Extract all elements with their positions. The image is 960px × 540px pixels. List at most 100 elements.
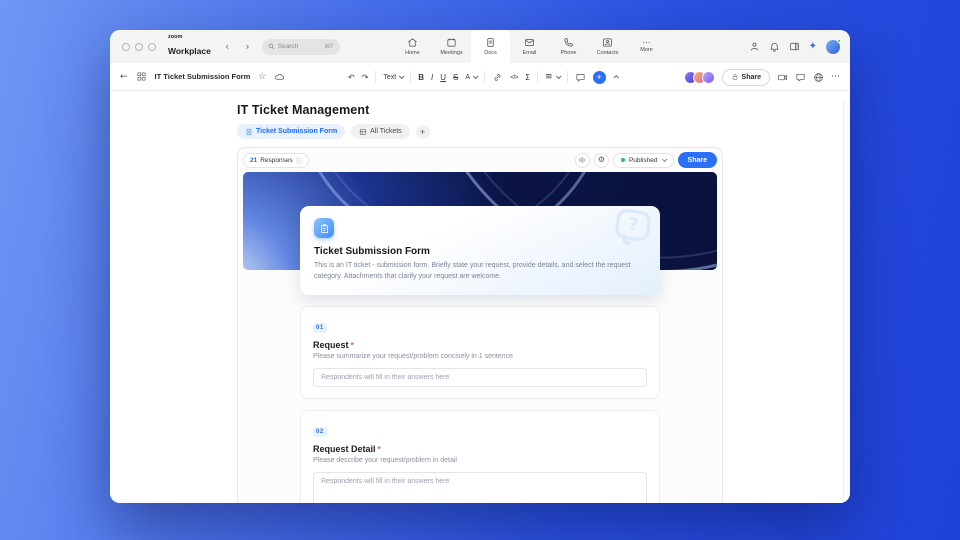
answer-textarea[interactable] <box>313 472 647 503</box>
collaborator-avatar[interactable] <box>702 71 715 84</box>
back-button[interactable]: ← <box>120 72 128 82</box>
window-controls <box>122 43 156 51</box>
text-style-dropdown[interactable]: Text <box>383 74 403 81</box>
titlebar: zoom Workplace ‹ › Search ⌘F Home Meetin… <box>110 30 850 63</box>
nav-item-meetings[interactable]: Meetings <box>432 30 471 63</box>
form-share-button[interactable]: Share <box>678 152 717 168</box>
search-input[interactable]: Search ⌘F <box>262 39 340 55</box>
chevron-down-icon <box>555 73 561 79</box>
bold-button[interactable]: B <box>418 73 424 82</box>
nav-item-email[interactable]: Email <box>510 30 549 63</box>
info-icon: ⓘ <box>296 155 303 165</box>
question-hint: Please summarize your request/problem co… <box>313 353 647 360</box>
globe-icon[interactable] <box>813 72 824 83</box>
add-tab-button[interactable]: + <box>416 125 430 139</box>
tab-all-tickets[interactable]: All Tickets <box>351 124 410 139</box>
apps-grid-icon[interactable] <box>136 71 147 82</box>
form-hero-card: ? Ticket Submission Form This is an IT t… <box>300 206 660 295</box>
scrollbar-track[interactable] <box>843 99 844 503</box>
question-number-badge: 01 <box>313 323 327 333</box>
redo-icon[interactable]: ↷ <box>362 73 369 82</box>
responses-count: 21 <box>250 157 257 164</box>
formula-sigma-icon[interactable]: Σ <box>525 73 530 82</box>
nav-item-docs[interactable]: Docs <box>471 30 510 63</box>
document-title: IT Ticket Submission Form <box>155 72 251 81</box>
text-color-dropdown[interactable]: A <box>465 74 477 81</box>
forward-nav-icon[interactable]: › <box>245 41 249 52</box>
main-nav: Home Meetings Docs Email Phone Contacts <box>393 30 666 63</box>
ai-sparkle-icon[interactable]: ✦ <box>809 41 817 52</box>
calendar-icon <box>446 37 457 48</box>
question-hint: Please describe your request/problem in … <box>313 457 647 464</box>
video-camera-icon[interactable] <box>777 72 788 83</box>
nav-item-phone[interactable]: Phone <box>549 30 588 63</box>
form-title: Ticket Submission Form <box>314 246 646 257</box>
question-label: Request Detail* <box>313 444 647 454</box>
page-title: IT Ticket Management <box>237 91 723 117</box>
required-asterisk: * <box>351 341 354 350</box>
form-description: This is an IT ticket - submission form. … <box>314 261 633 282</box>
home-icon <box>407 37 418 48</box>
italic-button[interactable]: I <box>431 73 433 82</box>
nav-item-contacts[interactable]: Contacts <box>588 30 627 63</box>
publish-status-dropdown[interactable]: Published <box>613 153 674 168</box>
question-label: Request* <box>313 340 647 350</box>
required-asterisk: * <box>378 445 381 454</box>
answer-input[interactable] <box>313 368 647 387</box>
more-icon: ⋯ <box>643 40 651 45</box>
chevron-down-icon <box>473 73 479 79</box>
question-bubble-decoration: ? <box>614 208 652 242</box>
table-icon <box>359 128 367 136</box>
underline-button[interactable]: U <box>440 73 446 82</box>
form-settings-button[interactable]: ⚙ <box>594 153 609 168</box>
comment-icon[interactable] <box>575 72 586 83</box>
chevron-down-icon <box>661 156 667 162</box>
app-window: zoom Workplace ‹ › Search ⌘F Home Meetin… <box>110 30 850 503</box>
app-logo-zoom: zoom <box>168 35 211 41</box>
strikethrough-button[interactable]: S <box>453 73 458 82</box>
gear-icon: ⚙ <box>598 156 605 164</box>
undo-icon[interactable]: ↶ <box>348 73 355 82</box>
more-options-icon[interactable]: ⋯ <box>831 72 840 82</box>
toolbar-separator <box>410 71 411 83</box>
status-dot <box>837 39 842 44</box>
window-close-button[interactable] <box>122 43 130 51</box>
question-card-2: 02 Request Detail* Please describe your … <box>300 410 660 503</box>
align-dropdown[interactable]: ≡ <box>545 72 560 82</box>
app-logo-workplace: Workplace <box>168 46 211 56</box>
sidebar-toggle-icon[interactable] <box>789 41 800 52</box>
toolbar-separator <box>484 71 485 83</box>
chat-icon[interactable] <box>795 72 806 83</box>
search-icon <box>268 43 275 50</box>
user-avatar[interactable] <box>826 40 840 54</box>
window-maximize-button[interactable] <box>148 43 156 51</box>
toolbar-separator <box>375 71 376 83</box>
app-logo: zoom Workplace <box>168 35 211 58</box>
responses-button[interactable]: 21 Responses ⓘ <box>243 153 309 168</box>
document-canvas: IT Ticket Management Ticket Submission F… <box>110 91 850 503</box>
tab-ticket-submission-form[interactable]: Ticket Submission Form <box>237 124 345 139</box>
email-icon <box>524 37 535 48</box>
window-minimize-button[interactable] <box>135 43 143 51</box>
notifications-bell-icon[interactable] <box>769 41 780 52</box>
back-nav-icon[interactable]: ‹ <box>225 41 229 52</box>
share-button[interactable]: Share <box>722 69 770 86</box>
nav-item-home[interactable]: Home <box>393 30 432 63</box>
profile-icon[interactable] <box>749 41 760 52</box>
insert-plus-button[interactable]: + <box>593 71 606 84</box>
question-card-1: 01 Request* Please summarize your reques… <box>300 306 660 399</box>
form-block-panel: 21 Responses ⓘ ⚙ Published <box>237 147 723 503</box>
lock-icon <box>731 73 739 81</box>
collapse-toolbar-icon[interactable] <box>613 75 619 81</box>
clipboard-icon <box>314 218 334 238</box>
code-icon[interactable]: </> <box>510 74 518 81</box>
preview-button[interactable] <box>575 153 590 168</box>
favorite-star-icon[interactable]: ☆ <box>258 72 266 82</box>
link-icon[interactable] <box>492 72 503 83</box>
published-status-dot <box>621 158 625 162</box>
nav-item-more[interactable]: ⋯ More <box>627 30 666 63</box>
question-number-badge: 02 <box>313 427 327 437</box>
search-placeholder: Search <box>278 43 299 50</box>
toolbar-separator <box>567 71 568 83</box>
editor-toolbar: ← IT Ticket Submission Form ☆ ↶ ↷ Text B… <box>110 63 850 91</box>
